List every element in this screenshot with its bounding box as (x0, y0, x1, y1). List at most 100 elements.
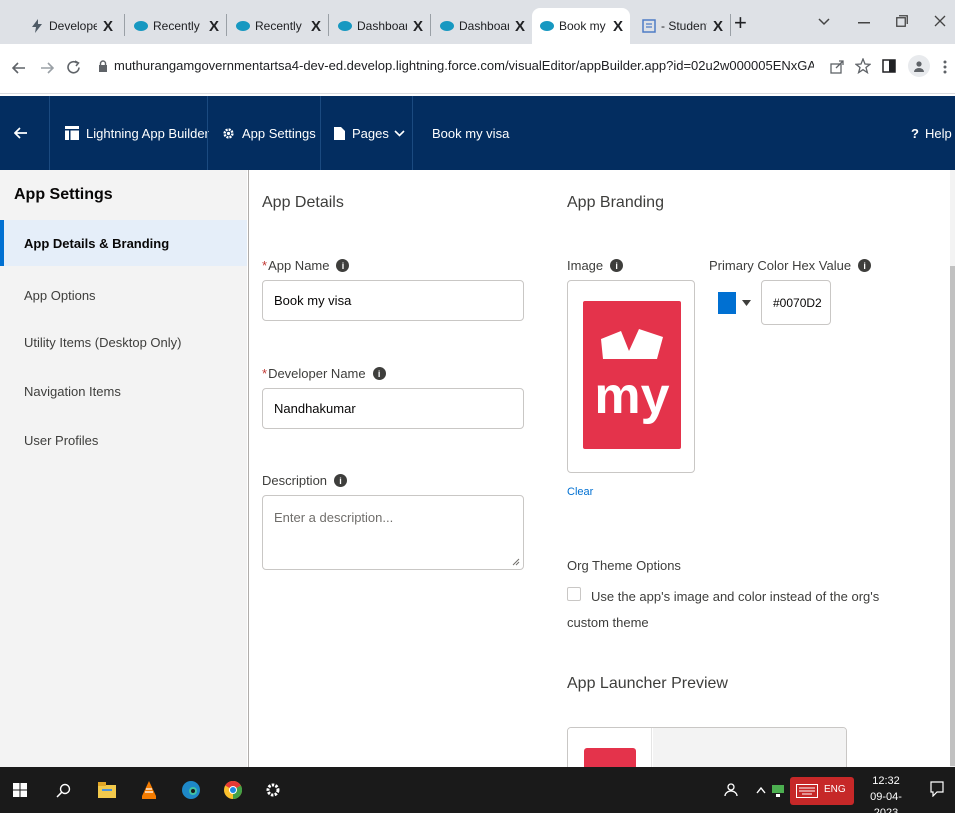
app-branding-title: App Branding (567, 194, 664, 211)
close-icon[interactable]: X (311, 18, 321, 35)
tab-student[interactable]: - Student X (634, 8, 730, 44)
preview-app-tile (584, 748, 636, 767)
primary-color-label: Primary Color Hex Value i (709, 258, 872, 273)
browser-tab-strip: Developer X Recently X Recently X Dashbo… (0, 0, 955, 44)
restore-icon[interactable] (896, 15, 908, 27)
tab-dashboard-1[interactable]: Dashboar X (330, 8, 430, 44)
tab-label: - Student (661, 19, 707, 33)
file-explorer-icon[interactable] (96, 779, 118, 801)
app-launcher-preview (567, 727, 847, 767)
lock-icon[interactable] (98, 60, 108, 72)
vlc-icon[interactable] (138, 779, 160, 801)
salesforce-cloud-icon (540, 21, 554, 31)
sidebar-item-navigation-items[interactable]: Navigation Items (0, 368, 247, 414)
salesforce-cloud-icon (338, 21, 352, 31)
settings-gear-icon[interactable] (262, 779, 284, 801)
tab-dashboard-2[interactable]: Dashboar X (432, 8, 530, 44)
tab-divider (328, 14, 329, 36)
app-builder-header: Lightning App Builder App Settings Pages… (0, 96, 955, 170)
info-icon[interactable]: i (334, 474, 348, 487)
description-label-text: Description (262, 473, 328, 488)
sidebar-heading: App Settings (14, 186, 113, 203)
close-icon[interactable]: X (103, 18, 113, 35)
tab-label: Dashboar (459, 19, 509, 33)
image-label: Image i (567, 258, 624, 273)
gear-icon (223, 127, 234, 139)
description-textarea[interactable]: Enter a description... (262, 495, 524, 570)
close-icon[interactable]: X (713, 18, 723, 35)
tab-recently-2[interactable]: Recently X (228, 8, 328, 44)
header-divider (412, 96, 413, 170)
app-launcher-preview-title: App Launcher Preview (567, 675, 728, 692)
notification-icon[interactable] (930, 781, 944, 797)
tab-recently-1[interactable]: Recently X (126, 8, 226, 44)
back-arrow-icon (14, 127, 27, 139)
side-panel-icon[interactable] (882, 59, 896, 73)
header-divider (207, 96, 208, 170)
window-close-icon[interactable] (934, 15, 946, 27)
back-button[interactable] (0, 96, 49, 170)
app-image-upload[interactable]: my (567, 280, 695, 473)
tab-developer[interactable]: Developer X (22, 8, 122, 44)
info-icon[interactable]: i (858, 259, 872, 272)
tab-label: Recently (255, 19, 302, 33)
app-name-input[interactable]: Book my visa (262, 280, 524, 321)
description-label: Description i (262, 473, 348, 488)
forward-arrow-icon[interactable] (40, 62, 54, 74)
sidebar-item-app-details-branding[interactable]: App Details & Branding (0, 220, 247, 266)
panel-scrollbar[interactable] (950, 170, 955, 767)
network-icon[interactable] (772, 785, 784, 797)
app-name-display: Book my visa (432, 125, 510, 141)
windows-start-icon[interactable] (9, 779, 31, 801)
chevron-up-icon[interactable] (756, 787, 766, 794)
info-icon[interactable]: i (336, 259, 350, 272)
pages-dropdown[interactable]: Pages (334, 96, 405, 170)
color-picker-button[interactable] (706, 280, 756, 325)
question-icon: ? (911, 125, 919, 141)
app-details-panel: App Details * App Name i Book my visa * … (248, 170, 950, 767)
system-clock[interactable]: 12:32 09-04-2023 (860, 773, 912, 813)
reload-icon[interactable] (66, 60, 81, 75)
person-icon (914, 61, 924, 72)
required-mark: * (262, 366, 268, 381)
back-arrow-icon[interactable] (12, 62, 26, 74)
chrome-icon[interactable] (222, 779, 244, 801)
minimize-icon[interactable] (858, 22, 870, 24)
clock-date: 09-04-2023 (870, 791, 902, 813)
color-swatch (718, 291, 736, 314)
tab-book-my-visa[interactable]: Book my X (532, 8, 630, 44)
keyboard-overlay[interactable]: ENG (790, 777, 854, 805)
app-settings-button[interactable]: App Settings (222, 96, 316, 170)
info-icon[interactable]: i (610, 259, 624, 272)
edge-icon[interactable] (180, 779, 202, 801)
sidebar-item-app-options[interactable]: App Options (0, 272, 247, 318)
tab-search-icon[interactable] (818, 18, 830, 26)
share-icon[interactable] (830, 59, 845, 74)
close-icon[interactable]: X (515, 18, 525, 35)
url-field[interactable]: muthurangamgovernmentartsa4-dev-ed.devel… (114, 58, 814, 73)
more-menu-icon[interactable] (943, 60, 947, 74)
sidebar-item-utility-items[interactable]: Utility Items (Desktop Only) (0, 319, 247, 365)
close-icon[interactable]: X (209, 18, 219, 35)
close-icon[interactable]: X (613, 18, 623, 35)
search-icon[interactable] (52, 779, 74, 801)
clear-image-link[interactable]: Clear (567, 486, 593, 498)
sidebar-item-user-profiles[interactable]: User Profiles (0, 417, 247, 463)
salesforce-cloud-icon (440, 21, 454, 31)
info-icon[interactable]: i (372, 367, 386, 380)
new-tab-button[interactable]: + (734, 10, 747, 36)
salesforce-cloud-icon (236, 21, 250, 31)
resize-handle-icon[interactable] (512, 558, 520, 566)
language-indicator: ENG (824, 784, 846, 795)
primary-color-label-text: Primary Color Hex Value (709, 258, 852, 273)
close-icon[interactable]: X (413, 18, 423, 35)
profile-avatar[interactable] (908, 55, 930, 77)
tab-divider (730, 14, 731, 36)
people-icon[interactable] (724, 783, 738, 797)
app-name-label: * App Name i (262, 258, 350, 273)
scrollbar-thumb[interactable] (950, 266, 955, 766)
developer-name-input[interactable]: Nandhakumar (262, 388, 524, 429)
bookmark-star-icon[interactable] (855, 58, 871, 74)
help-button[interactable]: ? Help (911, 96, 952, 170)
hex-color-input[interactable]: #0070D2 (761, 280, 831, 325)
